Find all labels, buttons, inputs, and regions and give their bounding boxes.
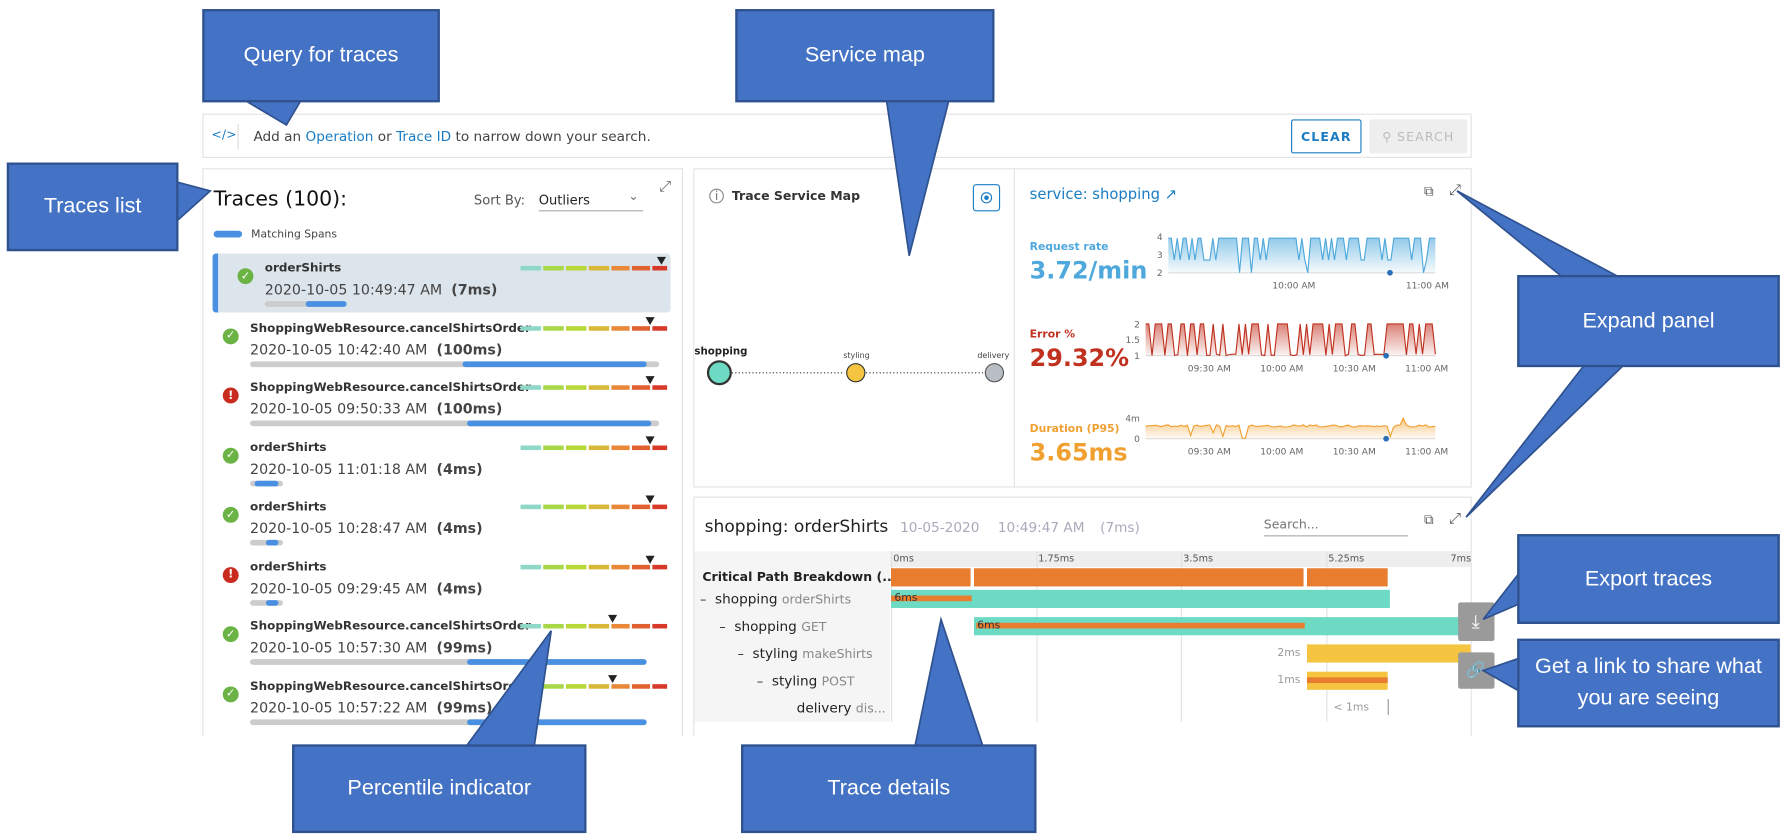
callout-percentile: Percentile indicator — [292, 744, 587, 834]
callout-pointers — [175, 99, 1628, 748]
callout-trace-details: Trace details — [740, 744, 1037, 834]
callout-service-map: Service map — [735, 9, 995, 103]
callout-export: Export traces — [1517, 534, 1780, 624]
callout-traces-list: Traces list — [6, 162, 179, 252]
callout-share-link: Get a link to share what you are seeing — [1517, 638, 1780, 728]
callout-query: Query for traces — [202, 9, 440, 103]
callout-expand: Expand panel — [1517, 275, 1780, 368]
